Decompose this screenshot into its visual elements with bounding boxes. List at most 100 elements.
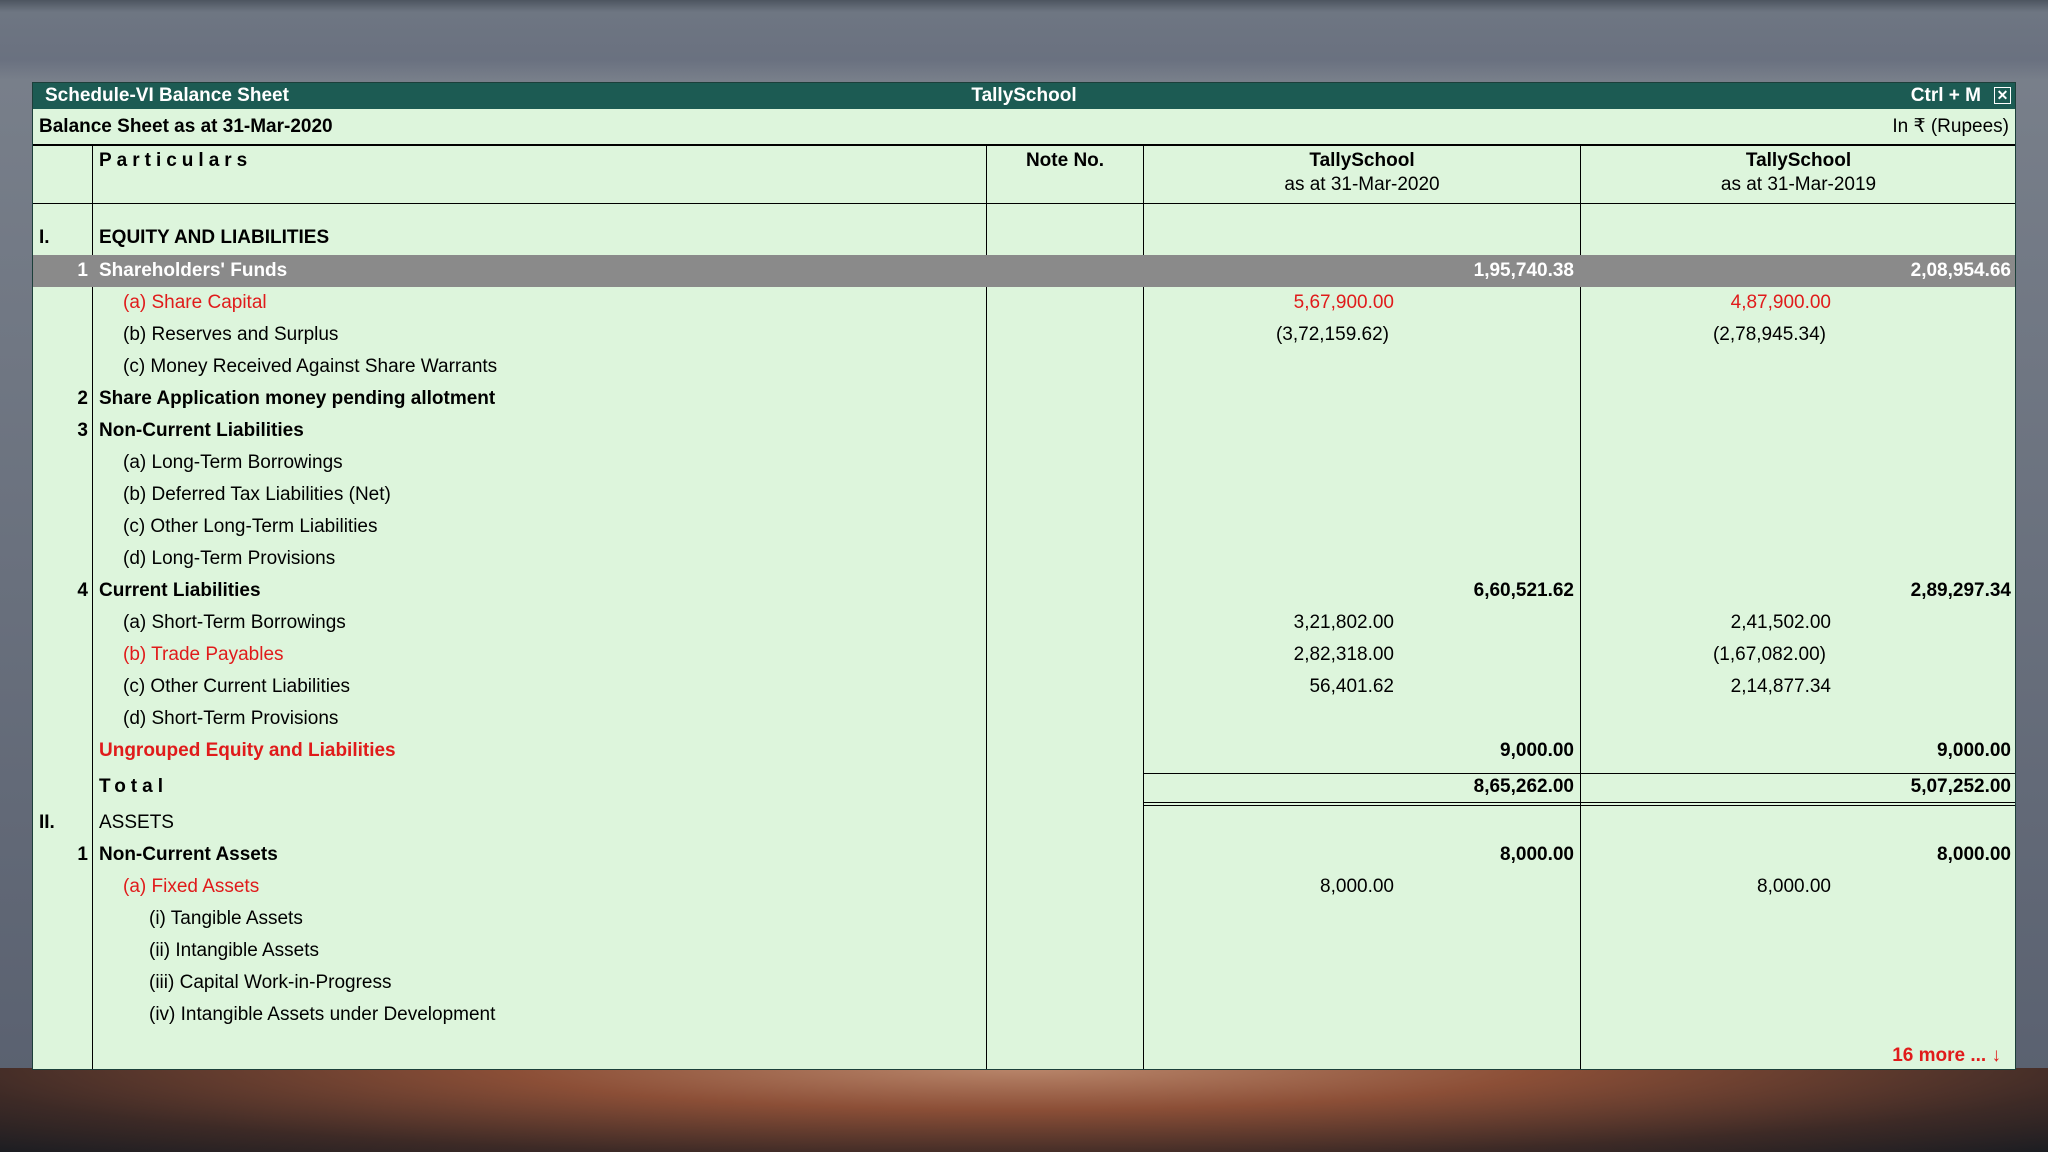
group-label: Ungrouped Equity and Liabilities (99, 740, 396, 761)
table-row-intangible-dev[interactable]: (iv) Intangible Assets under Development (33, 999, 2015, 1031)
previous-year-value: 2,41,502.00 (1730, 612, 1831, 633)
column-header-particulars: Particulars (99, 150, 253, 171)
table-row-share-application[interactable]: 2 Share Application money pending allotm… (33, 383, 2015, 415)
item-label: (a) Short-Term Borrowings (123, 612, 346, 633)
more-rows-indicator[interactable]: 16 more ... ↓ (1892, 1045, 2001, 1067)
table-row-lt-borrowings[interactable]: (a) Long-Term Borrowings (33, 447, 2015, 479)
current-year-value: 5,67,900.00 (1293, 292, 1394, 313)
item-label: (c) Other Long-Term Liabilities (123, 516, 378, 537)
previous-year-total: 9,000.00 (1937, 740, 2011, 761)
table-row-st-provisions[interactable]: (d) Short-Term Provisions (33, 703, 2015, 735)
roman-numeral: II. (39, 812, 55, 833)
table-row-st-borrowings[interactable]: (a) Short-Term Borrowings 3,21,802.00 2,… (33, 607, 2015, 639)
row-number: 1 (77, 260, 88, 281)
previous-year-company: TallySchool (1745, 150, 1852, 171)
item-label: (b) Deferred Tax Liabilities (Net) (123, 484, 391, 505)
previous-year-value: (2,78,945.34) (1712, 324, 1826, 345)
current-year-company: TallySchool (1309, 150, 1415, 171)
table-row-other-lt-liabilities[interactable]: (c) Other Long-Term Liabilities (33, 511, 2015, 543)
current-year-value: 8,000.00 (1320, 876, 1394, 897)
report-subheader: Balance Sheet as at 31-Mar-2020 In ₹ (Ru… (33, 109, 2015, 146)
group-label: Non-Current Assets (99, 844, 278, 865)
balance-sheet-date: Balance Sheet as at 31-Mar-2020 (39, 116, 333, 137)
item-label: (c) Other Current Liabilities (123, 676, 351, 697)
close-icon[interactable]: ✕ (1994, 87, 2011, 104)
total-line-bottom-double (1144, 805, 2015, 806)
table-row-other-current-liabilities[interactable]: (c) Other Current Liabilities 56,401.62 … (33, 671, 2015, 703)
table-row-total[interactable]: Total 8,65,262.00 5,07,252.00 (33, 771, 2015, 803)
current-year-value: 3,21,802.00 (1293, 612, 1394, 633)
previous-year-total: 2,08,954.66 (1910, 260, 2011, 281)
roman-numeral: I. (39, 227, 50, 248)
current-year-total: 6,60,521.62 (1473, 580, 1574, 601)
item-label: (iv) Intangible Assets under Development (149, 1004, 496, 1025)
item-label: (a) Fixed Assets (123, 876, 260, 897)
total-label: Total (99, 776, 168, 797)
previous-year-value: (1,67,082.00) (1712, 644, 1826, 665)
previous-year-total: 5,07,252.00 (1910, 776, 2011, 797)
item-label: (d) Short-Term Provisions (123, 708, 339, 729)
table-row-reserves[interactable]: (b) Reserves and Surplus (3,72,159.62) (… (33, 319, 2015, 351)
current-year-value: (3,72,159.62) (1275, 324, 1389, 345)
item-label: (i) Tangible Assets (149, 908, 303, 929)
previous-year-value: 2,14,877.34 (1730, 676, 1831, 697)
row-number: 2 (77, 388, 88, 409)
company-title: TallySchool (971, 85, 1077, 106)
group-label: Non-Current Liabilities (99, 420, 304, 441)
current-year-total: 8,65,262.00 (1473, 776, 1574, 797)
current-year-value: 56,401.62 (1309, 676, 1394, 697)
table-row-cwip[interactable]: (iii) Capital Work-in-Progress (33, 967, 2015, 999)
current-year-date: as at 31-Mar-2020 (1284, 174, 1440, 195)
group-label: Current Liabilities (99, 580, 261, 601)
group-label: Share Application money pending allotmen… (99, 388, 496, 409)
table-row-deferred-tax[interactable]: (b) Deferred Tax Liabilities (Net) (33, 479, 2015, 511)
desktop-background (0, 1068, 2048, 1152)
table-row-money-received[interactable]: (c) Money Received Against Share Warrant… (33, 351, 2015, 383)
row-number: 3 (77, 420, 88, 441)
section-label: EQUITY AND LIABILITIES (99, 227, 330, 248)
total-line-bottom (1144, 802, 2015, 803)
previous-year-value: 4,87,900.00 (1730, 292, 1831, 313)
current-year-total: 8,000.00 (1500, 844, 1574, 865)
item-label: (ii) Intangible Assets (149, 940, 320, 961)
group-label: Shareholders' Funds (99, 260, 288, 281)
item-label: (a) Long-Term Borrowings (123, 452, 343, 473)
column-header-current-year: TallySchool as at 31-Mar-2020 (1144, 149, 1580, 197)
current-year-value: 2,82,318.00 (1293, 644, 1394, 665)
item-label: (iii) Capital Work-in-Progress (149, 972, 392, 993)
item-label: (b) Trade Payables (123, 644, 284, 665)
table-row-intangible-assets[interactable]: (ii) Intangible Assets (33, 935, 2015, 967)
previous-year-value: 8,000.00 (1757, 876, 1831, 897)
table-row-fixed-assets[interactable]: (a) Fixed Assets 8,000.00 8,000.00 (33, 871, 2015, 903)
currency-label: In ₹ (Rupees) (1892, 116, 2009, 137)
table-row-lt-provisions[interactable]: (d) Long-Term Provisions (33, 543, 2015, 575)
table-row-noncurrent-liabilities[interactable]: 3 Non-Current Liabilities (33, 415, 2015, 447)
header-divider (33, 203, 2015, 204)
row-number: 4 (77, 580, 88, 601)
table-row-tangible-assets[interactable]: (i) Tangible Assets (33, 903, 2015, 935)
table-row-trade-payables[interactable]: (b) Trade Payables 2,82,318.00 (1,67,082… (33, 639, 2015, 671)
row-number: 1 (77, 844, 88, 865)
current-year-total: 1,95,740.38 (1473, 260, 1574, 281)
table-row-current-liabilities[interactable]: 4 Current Liabilities 6,60,521.62 2,89,2… (33, 575, 2015, 607)
table-row-shareholders-funds[interactable]: 1 Shareholders' Funds 1,95,740.38 2,08,9… (33, 255, 2015, 287)
table-row-assets-heading[interactable]: II. ASSETS (33, 807, 2015, 839)
section-label: ASSETS (99, 812, 174, 833)
title-bar: Schedule-VI Balance Sheet TallySchool Ct… (33, 83, 2015, 109)
current-year-total: 9,000.00 (1500, 740, 1574, 761)
item-label: (d) Long-Term Provisions (123, 548, 336, 569)
previous-year-date: as at 31-Mar-2019 (1720, 174, 1877, 195)
item-label: (c) Money Received Against Share Warrant… (123, 356, 498, 377)
item-label: (a) Share Capital (123, 292, 267, 313)
column-header-previous-year: TallySchool as at 31-Mar-2019 (1581, 149, 2015, 197)
column-header-note-no: Note No. (1025, 150, 1105, 171)
previous-year-total: 2,89,297.34 (1910, 580, 2011, 601)
previous-year-total: 8,000.00 (1937, 844, 2011, 865)
shortcut-label[interactable]: Ctrl + M (1911, 83, 1981, 109)
item-label: (b) Reserves and Surplus (123, 324, 339, 345)
table-row-noncurrent-assets[interactable]: 1 Non-Current Assets 8,000.00 8,000.00 (33, 839, 2015, 871)
table-row-equity-heading[interactable]: I. EQUITY AND LIABILITIES (33, 222, 2015, 254)
table-row-ungrouped[interactable]: Ungrouped Equity and Liabilities 9,000.0… (33, 735, 2015, 767)
balance-sheet-window: Schedule-VI Balance Sheet TallySchool Ct… (32, 82, 2016, 1070)
table-row-share-capital[interactable]: (a) Share Capital 5,67,900.00 4,87,900.0… (33, 287, 2015, 319)
